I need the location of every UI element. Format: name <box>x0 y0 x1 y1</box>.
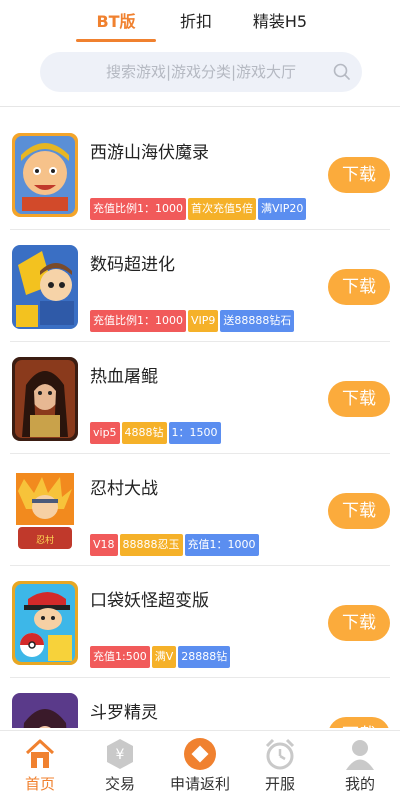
trade-icon: ¥ <box>107 739 133 769</box>
user-icon <box>346 740 374 770</box>
game-name: 西游山海伏魔录 <box>90 143 209 163</box>
svg-text:忍村: 忍村 <box>36 534 54 546</box>
game-name: 斗罗精灵 <box>90 703 158 723</box>
tag-list: V18 88888忍玉 充值1：1000 <box>90 534 259 556</box>
search-bar[interactable] <box>40 52 362 92</box>
tag: 28888钻 <box>178 646 231 668</box>
list-item[interactable]: 斗罗精灵 下载 <box>10 678 390 728</box>
tab-h5-label: 精装H5 <box>252 12 308 31</box>
tag: V18 <box>90 534 118 556</box>
tab-bt-label: BT版 <box>96 12 136 31</box>
tag: VIP9 <box>188 310 219 332</box>
tag: 充值比例1：1000 <box>90 198 186 220</box>
tag: 4888钻 <box>121 422 167 444</box>
home-icon <box>25 739 55 768</box>
download-button[interactable]: 下载 <box>328 493 390 529</box>
tag: 充值1:500 <box>90 646 150 668</box>
game-name: 数码超进化 <box>90 255 175 275</box>
game-icon-pokemon-trainer[interactable] <box>12 581 78 665</box>
game-icon-ninja[interactable]: 忍村 <box>12 469 78 553</box>
list-item[interactable]: 热血屠鲲 vip5 4888钻 1：1500 下载 <box>10 342 390 454</box>
list-item[interactable]: 数码超进化 充值比例1：1000 VIP9 送88888钻石 下载 <box>10 230 390 342</box>
download-button[interactable]: 下载 <box>328 269 390 305</box>
tag: 充值1：1000 <box>184 534 259 556</box>
download-button[interactable]: 下载 <box>328 605 390 641</box>
download-button[interactable]: 下载 <box>328 157 390 193</box>
alarm-clock-icon <box>265 738 295 770</box>
game-icon-douluo[interactable] <box>12 693 78 728</box>
tag-list: 充值1:500 满V 28888钻 <box>90 646 231 668</box>
nav-mine-label: 我的 <box>344 775 375 793</box>
rebate-icon <box>184 738 216 770</box>
game-icon-digimon[interactable] <box>12 245 78 329</box>
nav-rebate[interactable]: 申请返利 <box>160 731 240 800</box>
tag: 1：1500 <box>168 422 221 444</box>
tag: 送88888钻石 <box>220 310 295 332</box>
tag: vip5 <box>90 422 120 444</box>
nav-rebate-label: 申请返利 <box>169 775 230 793</box>
active-tab-indicator <box>76 39 156 42</box>
tag: 满V <box>151 646 177 668</box>
divider <box>0 106 400 107</box>
tag-list: 充值比例1：1000 VIP9 送88888钻石 <box>90 310 295 332</box>
nav-mine[interactable]: 我的 <box>320 731 400 800</box>
tag: 88888忍玉 <box>119 534 183 556</box>
nav-home-label: 首页 <box>24 775 55 793</box>
list-item[interactable]: 西游山海伏魔录 充值比例1：1000 首次充值5倍 满VIP20 下载 <box>10 118 390 230</box>
tag: 满VIP20 <box>258 198 307 220</box>
search-input[interactable] <box>81 63 321 81</box>
list-item[interactable]: 口袋妖怪超变版 充值1:500 满V 28888钻 下载 <box>10 566 390 678</box>
nav-server-label: 开服 <box>264 775 295 793</box>
game-icon-monkey-king[interactable] <box>12 133 78 217</box>
download-button[interactable]: 下载 <box>328 381 390 417</box>
download-button[interactable]: 下载 <box>328 717 390 728</box>
tag-list: vip5 4888钻 1：1500 <box>90 422 221 444</box>
tag: 首次充值5倍 <box>188 198 256 220</box>
tab-h5[interactable]: 精装H5 <box>236 0 324 44</box>
tab-discount[interactable]: 折扣 <box>156 0 236 44</box>
game-list: 西游山海伏魔录 充值比例1：1000 首次充值5倍 满VIP20 下载 数码超进… <box>0 118 400 728</box>
tag-list: 充值比例1：1000 首次充值5倍 满VIP20 <box>90 198 307 220</box>
nav-server[interactable]: 开服 <box>240 731 320 800</box>
list-item[interactable]: 忍村 忍村大战 V18 88888忍玉 充值1：1000 下载 <box>10 454 390 566</box>
bottom-nav: 首页 ¥ 交易 申请返利 开服 我的 <box>0 730 400 800</box>
top-tab-bar: BT版 折扣 精装H5 <box>0 0 400 44</box>
game-name: 口袋妖怪超变版 <box>90 591 209 611</box>
tab-discount-label: 折扣 <box>179 12 212 31</box>
game-icon-warrior-woman[interactable] <box>12 357 78 441</box>
game-name: 忍村大战 <box>90 479 158 499</box>
tab-bt[interactable]: BT版 <box>76 0 156 44</box>
tag: 充值比例1：1000 <box>90 310 186 332</box>
game-name: 热血屠鲲 <box>90 367 158 387</box>
nav-home[interactable]: 首页 <box>0 731 80 800</box>
nav-trade-label: 交易 <box>104 775 135 793</box>
nav-trade[interactable]: ¥ 交易 <box>80 731 160 800</box>
search-icon[interactable] <box>332 62 352 82</box>
svg-text:¥: ¥ <box>116 747 125 763</box>
